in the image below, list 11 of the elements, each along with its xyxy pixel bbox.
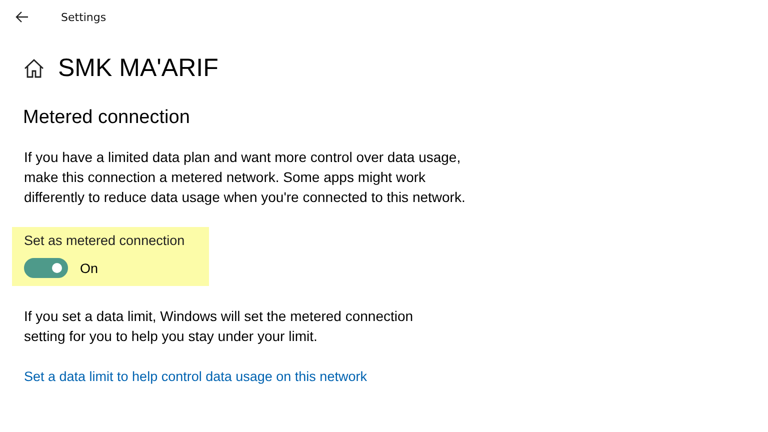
section-title: Metered connection (23, 107, 190, 129)
data-limit-link[interactable]: Set a data limit to help control data usage on this network (24, 369, 367, 384)
home-icon[interactable] (24, 59, 44, 78)
back-arrow-icon (15, 11, 29, 23)
limit-note: If you set a data limit, Windows will set the metered connection setting for you to help you stay under your limit. (24, 307, 414, 346)
window-title: Settings (61, 10, 106, 24)
toggle-state: On (80, 260, 98, 276)
page-title: SMK MA'ARIF (58, 54, 218, 83)
toggle-switch[interactable] (24, 258, 68, 278)
description-text: If you have a limited data plan and want more control over data usage, make this connection a metered network. Some apps might work differently to reduce data usage when you're connected to this network. (24, 148, 466, 207)
toggle-label: Set as metered connection (24, 233, 186, 248)
